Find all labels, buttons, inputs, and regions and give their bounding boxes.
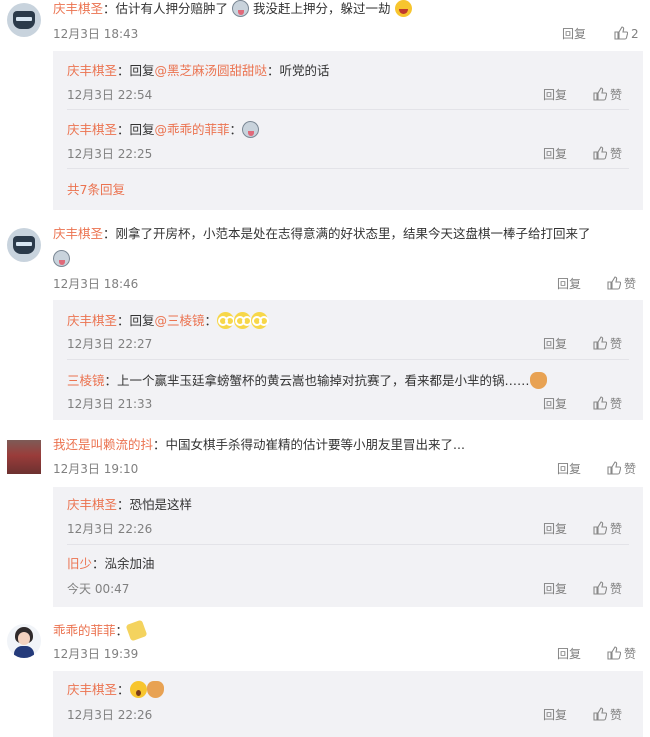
user-name[interactable]: 我还是叫赖流的抖: [53, 437, 153, 452]
thumbs-up-icon: [593, 581, 607, 595]
thumbs-up-icon: [593, 521, 607, 535]
user-name[interactable]: 庆丰棋圣: [53, 226, 103, 241]
mention-link[interactable]: @三棱镜: [155, 313, 205, 328]
divider: [67, 109, 629, 110]
reply-button[interactable]: 回复: [543, 336, 567, 352]
avatar[interactable]: [7, 228, 41, 262]
reply-button[interactable]: 回复: [543, 146, 567, 162]
thumbs-up-icon: [593, 146, 607, 160]
thumbs-up-icon: [593, 87, 607, 101]
reply-time: 12月3日 21:33: [67, 397, 153, 411]
like-count: 2: [631, 27, 639, 41]
glasses-emoji-icon: [234, 312, 253, 329]
reply-list: 庆丰棋圣：回复@黑芝麻汤圆甜甜哒：听党的话 12月3日 22:54 回复 赞 庆…: [53, 51, 643, 210]
cat-emoji-icon: [529, 372, 547, 389]
thumbs-up-icon: [593, 396, 607, 410]
comment-text: 我还是叫赖流的抖：中国女棋手杀得动崔精的估计要等小朋友里冒出来了...: [53, 437, 465, 452]
reply-button[interactable]: 回复: [543, 521, 567, 537]
reply-time: 12月3日 22:26: [67, 708, 153, 722]
comment-time: 12月3日 18:43: [53, 27, 139, 41]
like-button[interactable]: 赞: [593, 396, 622, 412]
avatar[interactable]: [7, 440, 41, 474]
like-button[interactable]: 赞: [593, 581, 622, 597]
reply-time: 12月3日 22:25: [67, 147, 153, 161]
surprised-emoji-icon: [129, 681, 147, 698]
thumbs-up-icon: [607, 461, 621, 475]
reply-button[interactable]: 回复: [543, 87, 567, 103]
comment-time: 12月3日 19:39: [53, 647, 139, 661]
like-button[interactable]: 赞: [593, 521, 622, 537]
mention-link[interactable]: @乖乖的菲菲: [155, 122, 230, 137]
dog-emoji-icon: [232, 0, 250, 17]
user-name[interactable]: 乖乖的菲菲: [53, 623, 116, 638]
comment-text: 庆丰棋圣：估计有人押分赔肿了 我没赶上押分，躲过一劫: [53, 0, 412, 17]
reply-time: 12月3日 22:27: [67, 337, 153, 351]
comment-text: 乖乖的菲菲：: [53, 619, 148, 642]
reply-text: 庆丰棋圣：回复@乖乖的菲菲：: [67, 121, 260, 138]
reply-text: 庆丰棋圣：: [67, 681, 164, 698]
thumbs-up-icon: [593, 336, 607, 350]
laugh-emoji-icon: [394, 0, 412, 17]
reply-button[interactable]: 回复: [562, 26, 586, 42]
like-button[interactable]: 赞: [607, 276, 636, 292]
mention-link[interactable]: @黑芝麻汤圆甜甜哒: [155, 63, 268, 78]
like-button[interactable]: 赞: [593, 707, 622, 723]
reply-list: 庆丰棋圣：恐怕是这样 12月3日 22:26 回复 赞 旧少：泓余加油 今天 0…: [53, 487, 643, 607]
reply-button[interactable]: 回复: [543, 396, 567, 412]
like-button[interactable]: 赞: [607, 461, 636, 477]
thumbs-up-icon: [614, 26, 628, 40]
reply-text: 三棱镜：上一个赢芈玉廷拿螃蟹杯的黄云嵩也输掉对抗赛了，看来都是小芈的锅……: [67, 372, 547, 389]
comment-time: 12月3日 19:10: [53, 462, 139, 476]
comment-text: 庆丰棋圣：刚拿了开房杯，小范本是处在志得意满的好状态里，结果今天这盘棋一棒子给打…: [53, 226, 591, 241]
divider: [67, 359, 629, 360]
reply-time: 12月3日 22:26: [67, 522, 153, 536]
like-button[interactable]: 赞: [607, 646, 636, 662]
dog-emoji-icon: [242, 121, 260, 138]
user-name[interactable]: 三棱镜: [67, 373, 105, 388]
divider: [67, 544, 629, 545]
reply-button[interactable]: 回复: [543, 707, 567, 723]
user-name[interactable]: 庆丰棋圣: [67, 122, 117, 137]
divider: [67, 168, 629, 169]
reply-button[interactable]: 回复: [557, 646, 581, 662]
user-name[interactable]: 庆丰棋圣: [67, 313, 117, 328]
reply-text: 庆丰棋圣：恐怕是这样: [67, 497, 193, 512]
reply-time: 今天 00:47: [67, 582, 130, 596]
cat-emoji-icon: [146, 681, 164, 698]
user-name[interactable]: 庆丰棋圣: [67, 497, 117, 512]
glasses-emoji-icon: [217, 312, 236, 329]
more-replies-link[interactable]: 共7条回复: [67, 182, 125, 198]
reply-text: 庆丰棋圣：回复@黑芝麻汤圆甜甜哒：听党的话: [67, 63, 330, 78]
like-button[interactable]: 赞: [593, 87, 622, 103]
glasses-emoji-icon: [251, 312, 270, 329]
reply-button[interactable]: 回复: [543, 581, 567, 597]
like-button[interactable]: 2: [614, 26, 639, 42]
user-name[interactable]: 旧少: [67, 556, 92, 571]
avatar[interactable]: [7, 624, 41, 658]
comment-time: 12月3日 18:46: [53, 277, 139, 291]
reply-text: 庆丰棋圣：回复@三棱镜：: [67, 312, 270, 329]
dog-emoji-icon: [53, 250, 70, 267]
avatar[interactable]: [7, 3, 41, 37]
thumbs-up-icon: [607, 646, 621, 660]
reply-button[interactable]: 回复: [557, 461, 581, 477]
like-button[interactable]: 赞: [593, 146, 622, 162]
user-name[interactable]: 庆丰棋圣: [67, 63, 117, 78]
thumbs-up-icon: [593, 707, 607, 721]
user-name[interactable]: 庆丰棋圣: [67, 682, 117, 697]
user-name[interactable]: 庆丰棋圣: [53, 1, 103, 16]
like-button[interactable]: 赞: [593, 336, 622, 352]
reply-list: 庆丰棋圣： 12月3日 22:26 回复 赞: [53, 671, 643, 737]
thumbs-up-icon: [607, 276, 621, 290]
money-emoji-icon: [125, 619, 148, 642]
reply-time: 12月3日 22:54: [67, 88, 153, 102]
reply-text: 旧少：泓余加油: [67, 556, 155, 571]
reply-button[interactable]: 回复: [557, 276, 581, 292]
reply-list: 庆丰棋圣：回复@三棱镜： 12月3日 22:27 回复 赞 三棱镜：上一个赢芈玉…: [53, 300, 643, 420]
